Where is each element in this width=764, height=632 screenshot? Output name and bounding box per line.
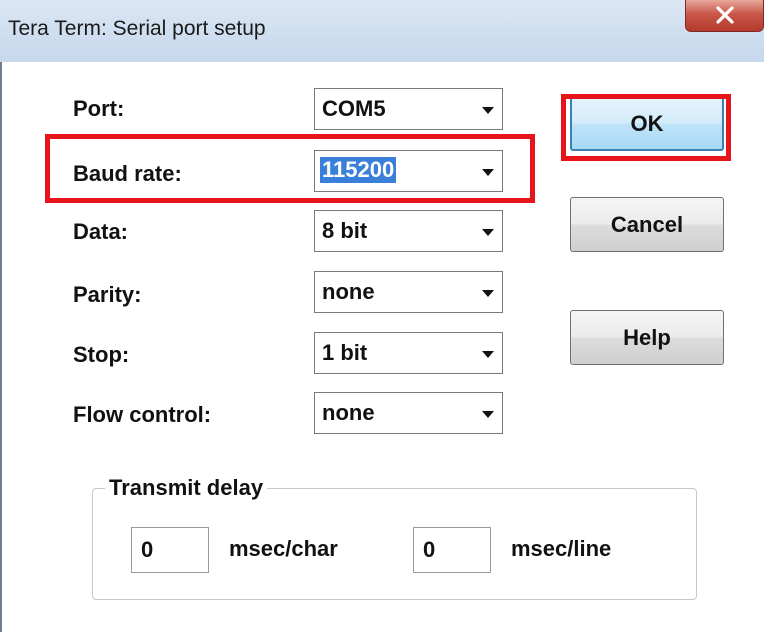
close-button[interactable] [685,0,764,32]
window-title: Tera Term: Serial port setup [8,17,266,40]
title-bar: Tera Term: Serial port setup [0,0,764,62]
transmit-delay-title: Transmit delay [105,475,268,501]
flow-control-value: none [322,400,375,425]
chevron-down-icon[interactable] [482,290,494,297]
stop-bits-label: Stop: [73,342,130,367]
stop-bits-value: 1 bit [322,340,368,365]
parity-value: none [322,279,375,304]
cancel-button[interactable]: Cancel [570,197,724,252]
transmit-delay-group: Transmit delay 0 msec/char 0 msec/line [92,475,697,600]
port-label: Port: [73,96,125,121]
msec-per-line-label: msec/line [511,536,612,561]
data-bits-value: 8 bit [322,218,368,243]
chevron-down-icon[interactable] [482,229,494,236]
help-button[interactable]: Help [570,310,724,365]
chevron-down-icon[interactable] [482,107,494,114]
data-bits-label: Data: [73,219,129,244]
chevron-down-icon[interactable] [482,411,494,418]
msec-per-line-value: 0 [423,537,436,562]
dialog-body: Port: COM5 Baud rate: 115200 Data: 8 bit… [0,62,764,632]
port-value: COM5 [322,96,386,121]
chevron-down-icon[interactable] [482,351,494,358]
close-icon [716,6,734,24]
ok-button-highlight [561,94,731,161]
serial-port-setup-dialog: Tera Term: Serial port setup Port: COM5 … [0,0,764,632]
msec-per-line-input[interactable]: 0 [413,527,491,573]
parity-label: Parity: [73,282,142,307]
stop-bits-select[interactable]: 1 bit [314,332,503,374]
baud-rate-highlight [45,134,535,203]
parity-select[interactable]: none [314,271,503,313]
msec-per-char-input[interactable]: 0 [131,527,209,573]
port-select[interactable]: COM5 [314,88,503,130]
flow-control-label: Flow control: [73,402,212,427]
flow-control-select[interactable]: none [314,392,503,434]
msec-per-char-label: msec/char [229,536,338,561]
msec-per-char-value: 0 [141,537,154,562]
data-bits-select[interactable]: 8 bit [314,210,503,252]
